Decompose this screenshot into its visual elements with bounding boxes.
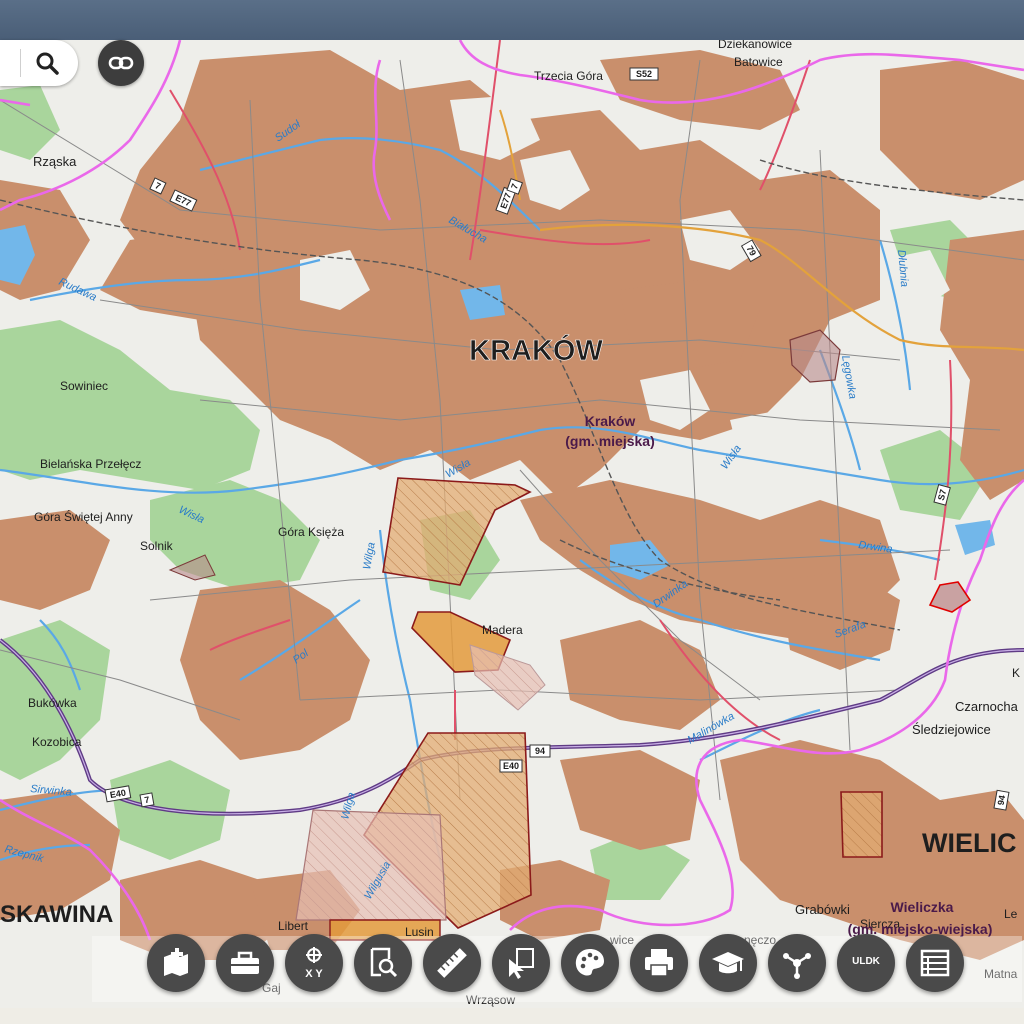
gmina-krakow-type: (gm. miejska) bbox=[565, 433, 654, 449]
share-icon bbox=[783, 953, 811, 979]
road-label-e40: E40 bbox=[503, 761, 519, 771]
road-label-94: 94 bbox=[535, 746, 545, 756]
place-gora-ksieza: Góra Księża bbox=[278, 525, 344, 539]
gmina-krakow-name: Kraków bbox=[585, 413, 636, 429]
map-view[interactable]: S52 E77 7 E77 7 79 94 E40 E40 7 S7 94 Su… bbox=[0, 40, 1024, 1010]
place-sledziejowice: Śledziejowice bbox=[912, 722, 991, 737]
bottom-status-bar bbox=[0, 1008, 1024, 1024]
top-header-bar bbox=[0, 0, 1024, 40]
coordinates-button[interactable]: X Y bbox=[285, 934, 343, 992]
city-label-wieliczka: WIELIC bbox=[922, 828, 1017, 858]
share-button[interactable] bbox=[768, 934, 826, 992]
cursor-select-icon bbox=[509, 948, 534, 979]
palette-button[interactable] bbox=[561, 934, 619, 992]
uldk-button[interactable]: ULDK bbox=[837, 934, 895, 992]
printer-icon bbox=[645, 949, 673, 977]
place-kozobica: Kozobica bbox=[32, 735, 82, 749]
place-madera: Madera bbox=[482, 623, 523, 637]
place-solnik: Solnik bbox=[140, 539, 174, 553]
place-rzaska: Rząska bbox=[33, 154, 77, 169]
place-sowiniec: Sowiniec bbox=[60, 379, 108, 393]
place-batowice: Batowice bbox=[734, 55, 783, 69]
place-le: Le bbox=[1004, 907, 1018, 921]
city-label-skawina: SKAWINA bbox=[0, 901, 113, 928]
place-dziekanowice: Dziekanowice bbox=[718, 40, 792, 51]
list-button[interactable] bbox=[906, 934, 964, 992]
city-label-krakow: KRAKÓW bbox=[469, 333, 603, 367]
print-button[interactable] bbox=[630, 934, 688, 992]
graduation-cap-icon bbox=[712, 952, 744, 974]
search-icon[interactable] bbox=[34, 50, 60, 76]
gmina-wieliczka-name: Wieliczka bbox=[891, 899, 954, 915]
select-button[interactable] bbox=[492, 934, 550, 992]
search-divider bbox=[20, 49, 21, 77]
coordinates-label: X Y bbox=[305, 968, 323, 980]
map-add-icon bbox=[164, 948, 188, 976]
document-search-icon bbox=[370, 947, 398, 978]
place-czarnocha: Czarnocha bbox=[955, 699, 1019, 714]
place-trzecia-gora: Trzecia Góra bbox=[534, 69, 603, 83]
toolbox-icon bbox=[231, 951, 259, 974]
search-box[interactable] bbox=[0, 40, 78, 86]
uldk-label: ULDK bbox=[852, 956, 880, 967]
palette-icon bbox=[575, 949, 604, 976]
place-k: K bbox=[1012, 666, 1020, 680]
measure-button[interactable] bbox=[423, 934, 481, 992]
add-map-button[interactable] bbox=[147, 934, 205, 992]
place-bukowka: Bukówka bbox=[28, 696, 77, 710]
polygon-f[interactable] bbox=[840, 791, 883, 858]
place-libert: Libert bbox=[278, 919, 309, 933]
education-button[interactable] bbox=[699, 934, 757, 992]
list-icon bbox=[920, 949, 950, 977]
xy-crosshair-icon: X Y bbox=[305, 947, 323, 980]
toolbox-button[interactable] bbox=[216, 934, 274, 992]
place-bielanska-przelecz: Bielańska Przełęcz bbox=[40, 457, 141, 471]
road-label-94b: 94 bbox=[996, 794, 1008, 806]
ruler-icon bbox=[437, 948, 467, 978]
polygon-e[interactable] bbox=[295, 809, 447, 921]
link-icon bbox=[108, 56, 134, 70]
search-parcel-button[interactable] bbox=[354, 934, 412, 992]
place-grabowki: Grabówki bbox=[795, 902, 850, 917]
road-label-s52: S52 bbox=[636, 69, 652, 79]
place-gora-swietej-anny: Góra Świętej Anny bbox=[34, 509, 133, 524]
link-button[interactable] bbox=[98, 40, 144, 86]
